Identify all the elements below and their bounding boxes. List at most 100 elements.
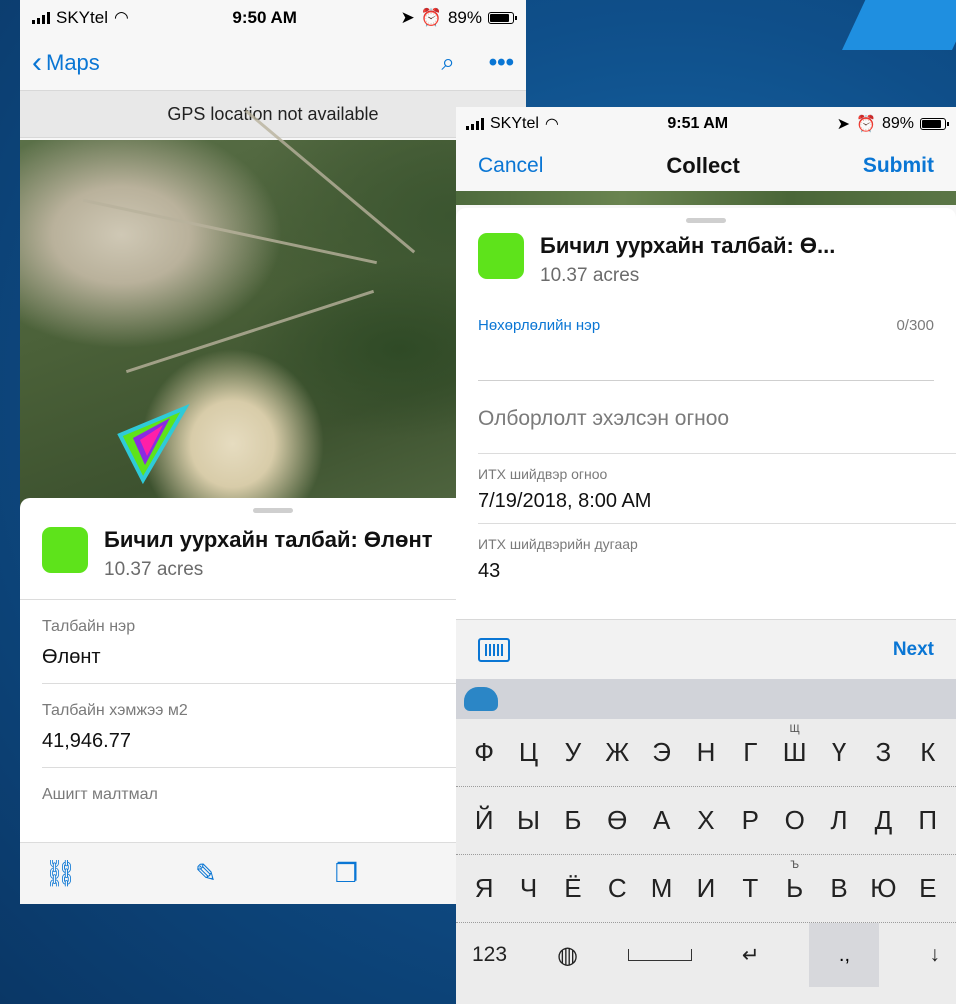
key[interactable]: И xyxy=(686,873,726,904)
field-area: Талбайн хэмжээ м2 41,946.77 xyxy=(20,684,526,767)
alarm-icon: ⏰ xyxy=(420,8,442,27)
status-time: 9:51 AM xyxy=(667,115,729,132)
copy-icon[interactable]: ❐ xyxy=(335,858,358,889)
keyboard-row-1: Ф Ц У Ж Э Н Г ЩШ Ү З К xyxy=(456,719,956,787)
keyboard-accessory-bar: Next xyxy=(456,619,956,679)
status-time: 9:50 AM xyxy=(232,8,297,27)
keyboard-row-2: Й Ы Б Ө А Х Р О Л Д П xyxy=(456,787,956,855)
return-icon[interactable]: ↵ xyxy=(742,943,760,968)
key[interactable]: Ч xyxy=(509,873,549,904)
key[interactable]: Е xyxy=(908,873,948,904)
key[interactable]: Д xyxy=(863,805,903,836)
submit-button[interactable]: Submit xyxy=(863,154,934,178)
key[interactable]: Ц xyxy=(509,737,549,768)
feature-card: Бичил уурхайн талбай: Өлөнт 10.37 acres … xyxy=(20,498,526,904)
wifi-icon: ◠ xyxy=(544,116,559,133)
more-icon[interactable]: ••• xyxy=(489,49,514,77)
field-mineral: Ашигт малтмал xyxy=(20,768,526,818)
feature-toolbar: ⛓ ✎ ❐ xyxy=(20,842,526,904)
key[interactable]: Э xyxy=(642,737,682,768)
key-label: Ь xyxy=(786,873,804,903)
feature-area: 10.37 acres xyxy=(104,559,204,580)
search-icon[interactable]: ⌕ xyxy=(441,49,454,77)
back-button[interactable]: ‹ Maps xyxy=(32,48,100,78)
key[interactable]: Т xyxy=(730,873,770,904)
numbers-key[interactable]: 123 xyxy=(472,943,507,967)
key[interactable]: С xyxy=(597,873,637,904)
feature-area: 10.37 acres xyxy=(540,265,640,286)
field-value: 43 xyxy=(478,560,501,582)
partner-name-field[interactable]: Нөхөрлөлийн нэр 0/300 xyxy=(456,317,956,381)
chevron-left-icon: ‹ xyxy=(32,46,42,79)
punctuation-key[interactable]: ., xyxy=(809,923,880,987)
battery-percent: 89% xyxy=(447,8,482,27)
phone-screen-collect: SKYtel ◠ 9:51 AM ➤ ⏰ 89% Cancel Collect … xyxy=(456,107,956,1004)
next-button[interactable]: Next xyxy=(893,639,934,661)
key[interactable]: А xyxy=(642,805,682,836)
link-icon[interactable]: ⛓ xyxy=(44,858,77,889)
carrier-label: SKYtel xyxy=(56,8,108,27)
mine-polygon[interactable] xyxy=(115,400,195,490)
key-hint: Щ xyxy=(789,723,800,735)
key[interactable]: П xyxy=(908,805,948,836)
signal-icon xyxy=(466,118,484,130)
key[interactable]: Л xyxy=(819,805,859,836)
key[interactable]: ЪЬ xyxy=(775,859,815,904)
key[interactable]: У xyxy=(553,737,593,768)
key-hint: Ъ xyxy=(790,859,800,871)
barcode-icon[interactable] xyxy=(478,637,510,662)
field-value: 7/19/2018, 8:00 AM xyxy=(478,490,652,512)
alarm-icon: ⏰ xyxy=(856,116,876,133)
cancel-button[interactable]: Cancel xyxy=(478,154,543,178)
key[interactable]: Ы xyxy=(509,805,549,836)
feature-title: Бичил уурхайн талбай: Ө... xyxy=(540,233,836,258)
key[interactable]: К xyxy=(908,737,948,768)
key[interactable]: Ё xyxy=(553,873,593,904)
key[interactable]: Я xyxy=(464,873,504,904)
key[interactable]: М xyxy=(642,873,682,904)
key[interactable]: В xyxy=(819,873,859,904)
key[interactable]: Ф xyxy=(464,737,504,768)
keyboard-logo-icon xyxy=(464,687,498,711)
nav-bar: ‹ Maps ⌕ ••• xyxy=(20,36,526,90)
key[interactable]: Ө xyxy=(597,805,637,836)
location-arrow-icon: ➤ xyxy=(836,116,851,133)
feature-swatch xyxy=(42,527,88,573)
key[interactable]: Х xyxy=(686,805,726,836)
status-bar: SKYtel ◠ 9:50 AM ➤ ⏰ 89% xyxy=(20,0,526,36)
key[interactable]: Г xyxy=(730,737,770,768)
satellite-map[interactable] xyxy=(20,109,526,520)
map-strip xyxy=(456,191,956,205)
key[interactable]: Б xyxy=(553,805,593,836)
char-counter: 0/300 xyxy=(896,317,934,334)
key[interactable]: Ж xyxy=(597,737,637,768)
field-label: ИТХ шийдвэрийн дугаар xyxy=(478,536,638,552)
space-key[interactable] xyxy=(627,949,692,961)
field-name: Талбайн нэр Өлөнт xyxy=(20,600,526,683)
decision-number-field[interactable]: ИТХ шийдвэрийн дугаар 43 xyxy=(456,524,956,593)
key[interactable]: З xyxy=(863,737,903,768)
decision-date-field[interactable]: ИТХ шийдвэр огноо 7/19/2018, 8:00 AM xyxy=(456,454,956,523)
keyboard-top-bar xyxy=(456,679,956,719)
key[interactable]: ЩШ xyxy=(775,723,815,768)
wifi-icon: ◠ xyxy=(113,8,129,27)
page-title: Collect xyxy=(666,153,740,178)
key[interactable]: О xyxy=(775,805,815,836)
map-road xyxy=(125,289,375,374)
field-label: Талбайн нэр xyxy=(42,618,136,635)
phone-screen-map: SKYtel ◠ 9:50 AM ➤ ⏰ 89% ‹ Maps ⌕ ••• GP… xyxy=(20,0,526,904)
key[interactable]: Й xyxy=(464,805,504,836)
dismiss-keyboard-icon[interactable]: ↓ xyxy=(929,943,940,967)
pencil-icon[interactable]: ✎ xyxy=(195,858,217,889)
keyboard-keys: Ф Ц У Ж Э Н Г ЩШ Ү З К Й Ы Б Ө А Х Р О Л… xyxy=(456,719,956,1004)
start-date-field[interactable]: Олборлолт эхэлсэн огноо xyxy=(456,381,956,453)
feature-header: Бичил уурхайн талбай: Өлөнт 10.37 acres xyxy=(20,513,526,581)
key[interactable]: Р xyxy=(730,805,770,836)
key[interactable]: Ю xyxy=(863,873,903,904)
globe-icon[interactable]: ◍ xyxy=(557,941,578,970)
key[interactable]: Ү xyxy=(819,737,859,768)
map-road xyxy=(82,198,378,265)
field-label: Нөхөрлөлийн нэр xyxy=(478,317,601,334)
keyboard: Ф Ц У Ж Э Н Г ЩШ Ү З К Й Ы Б Ө А Х Р О Л… xyxy=(456,679,956,1004)
key[interactable]: Н xyxy=(686,737,726,768)
